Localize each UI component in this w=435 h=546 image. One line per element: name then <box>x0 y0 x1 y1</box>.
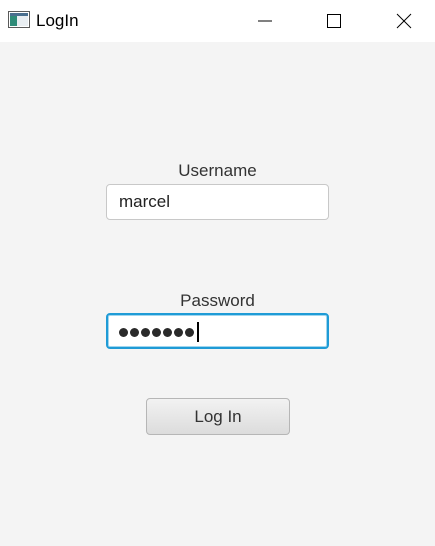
password-dot <box>163 327 172 337</box>
password-dot <box>152 327 161 337</box>
password-dot <box>119 327 128 337</box>
window-app-icon <box>8 11 30 28</box>
username-label: Username <box>178 161 257 180</box>
minimize-icon <box>258 20 272 22</box>
login-form: Username marcel Password Log In <box>0 42 435 546</box>
login-button[interactable]: Log In <box>146 398 290 435</box>
maximize-icon <box>327 14 341 28</box>
close-button[interactable] <box>381 0 427 42</box>
window-title: LogIn <box>36 11 79 30</box>
minimize-button[interactable] <box>242 0 288 42</box>
password-dot <box>174 327 183 337</box>
password-dot <box>141 327 150 337</box>
maximize-button[interactable] <box>311 0 357 42</box>
close-icon <box>396 13 412 29</box>
password-label: Password <box>180 291 255 310</box>
password-dot <box>185 327 194 337</box>
username-input[interactable]: marcel <box>106 184 329 220</box>
password-mask <box>119 322 199 342</box>
title-bar[interactable]: LogIn <box>0 0 435 42</box>
text-caret <box>197 322 199 342</box>
password-dot <box>130 327 139 337</box>
password-input[interactable] <box>106 313 329 349</box>
login-window: LogIn Username marcel Password Log In <box>0 0 435 546</box>
